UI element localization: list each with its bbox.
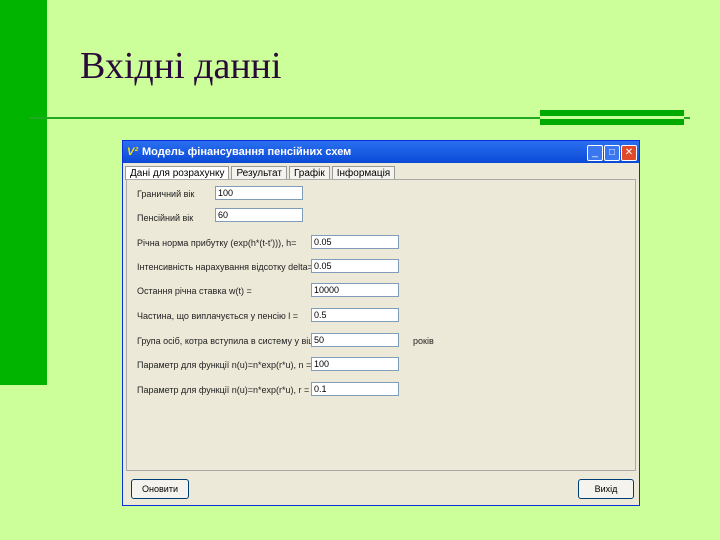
max-age-input[interactable]: 100: [215, 186, 303, 200]
share-input[interactable]: 0.5: [311, 308, 399, 322]
close-button[interactable]: ✕: [621, 145, 637, 161]
retirement-age-input[interactable]: 60: [215, 208, 303, 222]
tab-result[interactable]: Результат: [231, 166, 287, 180]
h-input[interactable]: 0.05: [311, 235, 399, 249]
app-icon: V²: [127, 146, 138, 158]
tab-chart[interactable]: Графік: [288, 166, 330, 180]
field-label: Остання річна ставка w(t) =: [137, 286, 252, 296]
field-label: Граничний вік: [137, 189, 195, 199]
exit-button[interactable]: Вихід: [578, 479, 634, 499]
input-panel: Граничний вік 100 Пенсійний вік 60 Річна…: [126, 179, 636, 471]
app-window: V² Модель фінансування пенсійних схем _ □…: [122, 140, 640, 506]
n-input[interactable]: 100: [311, 357, 399, 371]
divider-accent: [540, 110, 684, 125]
tab-bar: Дані для розрахунку Результат Графік Інф…: [123, 163, 639, 180]
title-bar: V² Модель фінансування пенсійних схем: [123, 141, 639, 163]
maximize-button[interactable]: □: [604, 145, 620, 161]
field-label: Річна норма прибутку (exp(h*(t-t'))), h=: [137, 238, 297, 248]
field-label: Частина, що виплачується у пенсію l =: [137, 311, 299, 321]
field-label: Інтенсивність нарахування відсотку delta…: [137, 262, 313, 272]
unit-label: років: [413, 336, 434, 346]
field-label: Параметр для функції n(u)=n*exp(r*u), r …: [137, 385, 310, 395]
minimize-button[interactable]: _: [587, 145, 603, 161]
update-button[interactable]: Оновити: [131, 479, 189, 499]
window-title: Модель фінансування пенсійних схем: [142, 146, 352, 158]
delta-input[interactable]: 0.05: [311, 259, 399, 273]
wage-input[interactable]: 10000: [311, 283, 399, 297]
left-accent-bar: [0, 0, 47, 385]
tab-input-data[interactable]: Дані для розрахунку: [125, 166, 230, 180]
field-label: Група осіб, котра вступила в систему у в…: [137, 336, 331, 346]
slide-title: Вхідні данні: [80, 45, 282, 87]
r-input[interactable]: 0.1: [311, 382, 399, 396]
field-label: Параметр для функції n(u)=n*exp(r*u), n …: [137, 360, 312, 370]
field-label: Пенсійний вік: [137, 213, 194, 223]
tab-info[interactable]: Інформація: [331, 166, 396, 180]
entry-age-input[interactable]: 50: [311, 333, 399, 347]
